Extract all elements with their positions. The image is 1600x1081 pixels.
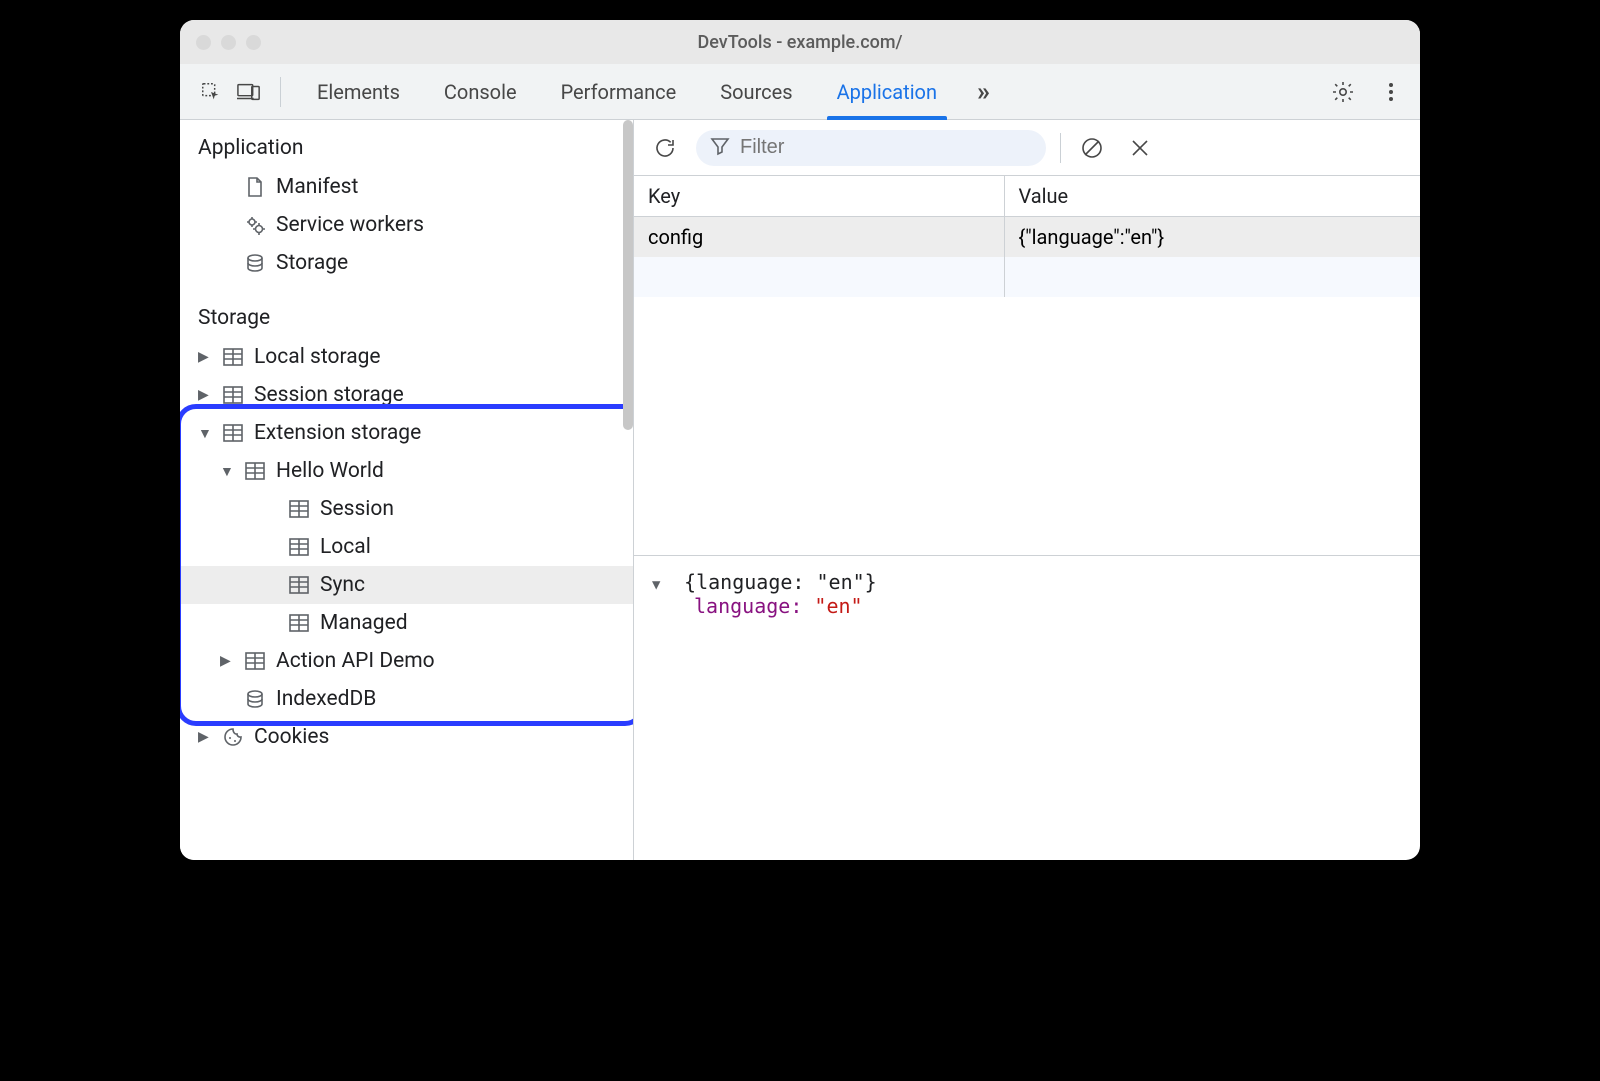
close-dot-icon[interactable]	[196, 35, 211, 50]
table-icon	[288, 614, 310, 632]
table-icon	[244, 652, 266, 670]
cookie-icon	[222, 727, 244, 747]
application-sidebar: Application Manifest Service workers Sto…	[180, 120, 634, 860]
table-icon	[288, 538, 310, 556]
col-header-key[interactable]: Key	[634, 176, 1004, 217]
sidebar-item-ext-hello-world[interactable]: ▼ Hello World	[180, 452, 633, 490]
tab-application[interactable]: Application	[815, 64, 959, 120]
sidebar-item-label: Sync	[320, 573, 365, 597]
minimize-dot-icon[interactable]	[221, 35, 236, 50]
col-header-value[interactable]: Value	[1004, 176, 1420, 217]
delete-selected-icon[interactable]	[1123, 131, 1157, 165]
preview-key: language:	[694, 594, 802, 618]
gears-icon	[244, 215, 266, 235]
database-icon	[244, 689, 266, 709]
sidebar-item-indexeddb[interactable]: IndexedDB	[180, 680, 633, 718]
chevron-right-icon: ▶	[220, 653, 234, 669]
window-title: DevTools - example.com/	[180, 32, 1420, 53]
sidebar-item-storage[interactable]: Storage	[180, 244, 633, 282]
sidebar-item-ext-area-managed[interactable]: Managed	[180, 604, 633, 642]
sidebar-item-label: Manifest	[276, 175, 358, 199]
table-row-empty[interactable]	[634, 257, 1420, 297]
preview-property-row[interactable]: language: "en"	[652, 594, 1402, 618]
filter-input[interactable]	[740, 136, 1026, 159]
filter-field[interactable]	[696, 130, 1046, 166]
table-icon	[222, 424, 244, 442]
sidebar-item-label: Hello World	[276, 459, 384, 483]
tab-elements[interactable]: Elements	[295, 64, 422, 120]
sidebar-item-session-storage[interactable]: ▶ Session storage	[180, 376, 633, 414]
preview-summary-row[interactable]: ▼ {language: "en"}	[652, 570, 1402, 594]
devtools-window: DevTools - example.com/ Elements Console…	[180, 20, 1420, 860]
section-application-title: Application	[180, 130, 633, 168]
toolbar-separator	[280, 77, 281, 107]
chevron-right-icon: ▶	[198, 349, 212, 365]
sidebar-item-label: Cookies	[254, 725, 329, 749]
sidebar-item-ext-action-api-demo[interactable]: ▶ Action API Demo	[180, 642, 633, 680]
toolbar-separator	[1060, 133, 1061, 163]
filter-icon	[710, 136, 730, 160]
sidebar-item-label: Extension storage	[254, 421, 421, 445]
table-icon	[288, 576, 310, 594]
storage-table[interactable]: Key Value config {"language":"en"}	[634, 176, 1420, 556]
chevron-down-icon: ▼	[198, 425, 212, 442]
sidebar-item-local-storage[interactable]: ▶ Local storage	[180, 338, 633, 376]
settings-gear-icon[interactable]	[1328, 75, 1358, 109]
window-controls[interactable]	[196, 35, 261, 50]
storage-viewer: Key Value config {"language":"en"}	[634, 120, 1420, 860]
sidebar-item-cookies[interactable]: ▶ Cookies	[180, 718, 633, 756]
tab-performance[interactable]: Performance	[539, 64, 699, 120]
tab-console[interactable]: Console	[422, 64, 539, 120]
zoom-dot-icon[interactable]	[246, 35, 261, 50]
filter-toolbar	[634, 120, 1420, 176]
inspect-element-icon[interactable]	[194, 75, 228, 109]
preview-value: "en"	[814, 594, 862, 618]
table-row[interactable]: config {"language":"en"}	[634, 217, 1420, 258]
cell-key[interactable]: config	[634, 217, 1004, 258]
sidebar-item-ext-area-sync[interactable]: Sync	[180, 566, 633, 604]
preview-summary: {language: "en"}	[684, 570, 877, 594]
table-icon	[222, 386, 244, 404]
chevron-right-icon: ▶	[198, 729, 212, 745]
chevron-right-icon: ▶	[198, 387, 212, 403]
database-icon	[244, 253, 266, 273]
sidebar-item-label: IndexedDB	[276, 687, 376, 711]
panel-content: Application Manifest Service workers Sto…	[180, 120, 1420, 860]
sidebar-item-label: Storage	[276, 251, 348, 275]
tab-sources[interactable]: Sources	[698, 64, 814, 120]
sidebar-item-service-workers[interactable]: Service workers	[180, 206, 633, 244]
panel-tabs: Elements Console Performance Sources App…	[295, 64, 959, 120]
file-icon	[244, 177, 266, 197]
sidebar-item-label: Session	[320, 497, 394, 521]
tabs-overflow-icon[interactable]: »	[969, 77, 998, 107]
sidebar-item-label: Managed	[320, 611, 408, 635]
main-toolbar: Elements Console Performance Sources App…	[180, 64, 1420, 120]
chevron-down-icon: ▼	[652, 577, 668, 593]
kebab-menu-icon[interactable]	[1376, 75, 1406, 109]
chevron-down-icon: ▼	[220, 463, 234, 480]
scrollbar-thumb[interactable]	[623, 120, 633, 430]
cell-value[interactable]: {"language":"en"}	[1004, 217, 1420, 258]
sidebar-item-ext-area-session[interactable]: Session	[180, 490, 633, 528]
sidebar-item-label: Session storage	[254, 383, 404, 407]
sidebar-item-manifest[interactable]: Manifest	[180, 168, 633, 206]
clear-all-icon[interactable]	[1075, 131, 1109, 165]
titlebar: DevTools - example.com/	[180, 20, 1420, 64]
refresh-icon[interactable]	[648, 131, 682, 165]
table-icon	[288, 500, 310, 518]
table-icon	[222, 348, 244, 366]
sidebar-item-label: Service workers	[276, 213, 424, 237]
section-storage-title: Storage	[180, 300, 633, 338]
device-toolbar-icon[interactable]	[232, 75, 266, 109]
value-preview: ▼ {language: "en"} language: "en"	[634, 556, 1420, 860]
sidebar-item-extension-storage[interactable]: ▼ Extension storage	[180, 414, 633, 452]
sidebar-item-label: Local	[320, 535, 371, 559]
sidebar-item-ext-area-local[interactable]: Local	[180, 528, 633, 566]
table-icon	[244, 462, 266, 480]
sidebar-item-label: Action API Demo	[276, 649, 435, 673]
sidebar-item-label: Local storage	[254, 345, 381, 369]
